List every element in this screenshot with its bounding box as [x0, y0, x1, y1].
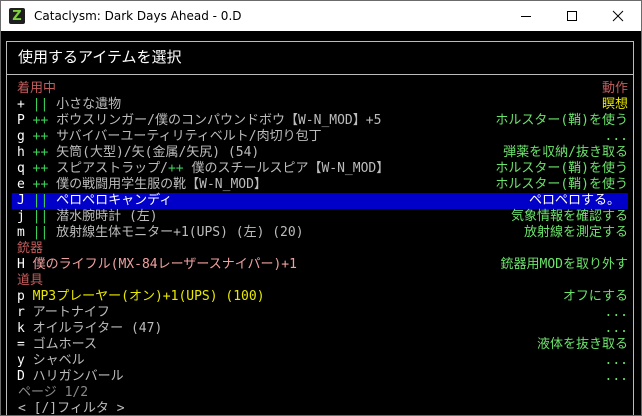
list-item[interactable]: p MP3プレーヤー(オン)+1(UPS) (100) オフにする	[2, 289, 640, 305]
list-item[interactable]: + || 小さな遺物 瞑想	[2, 97, 640, 113]
item-name: ゴムホース	[32, 337, 98, 352]
maximize-icon	[567, 11, 577, 21]
item-mark: ++	[32, 113, 49, 128]
item-name: 潜水腕時計 (左)	[56, 209, 158, 224]
item-mark: ||	[32, 225, 49, 240]
item-hotkey: J	[17, 193, 25, 208]
item-hotkey: j	[17, 209, 25, 224]
minimize-button[interactable]	[503, 1, 549, 31]
item-mark: ||	[32, 209, 49, 224]
list-item[interactable]: D ハリガンバール ...	[2, 369, 640, 385]
action-column-header: 動作	[601, 81, 628, 96]
list-item[interactable]: k オイルライター (47) ...	[2, 321, 640, 337]
item-name: ボウスリンガー/僕のコンパウンドボウ【W-N_MOD】+5	[56, 113, 382, 128]
list-item[interactable]: j || 潜水腕時計 (左) 気象情報を確認する	[2, 209, 640, 225]
page-indicator: ページ 1/2	[18, 385, 89, 400]
app-icon: Z	[9, 8, 25, 24]
item-action: ...	[604, 305, 628, 320]
item-hotkey: q	[17, 161, 25, 176]
maximize-button[interactable]	[549, 1, 595, 31]
item-mark: ++	[32, 145, 49, 160]
item-name: 矢筒(大型)/矢(金属/矢尻) (54)	[56, 145, 260, 160]
item-action: ホルスター(鞘)を使う	[495, 113, 628, 128]
section-row-worn: 着用中 動作	[2, 81, 640, 97]
item-action: ペロペロする。	[528, 193, 620, 208]
item-mark: ++	[32, 177, 49, 192]
item-name: 僕のライフル(MX-84レーザースナイパー)+1	[32, 257, 297, 272]
item-mark: ||	[32, 193, 49, 208]
list-item[interactable]: q ++ スピアストラップ/++ 僕のスチールスピア【W-N_MOD】 ホルスタ…	[2, 161, 640, 177]
minimize-icon	[521, 16, 531, 17]
item-name: オイルライター (47)	[32, 321, 163, 336]
item-name: シャベル	[32, 353, 85, 368]
section-row-items: 道具	[2, 273, 640, 289]
item-name: 小さな遺物	[56, 97, 122, 112]
item-hotkey: e	[17, 177, 25, 192]
item-action: 弾薬を収納/抜き取る	[503, 145, 628, 160]
title-bar: Z Cataclysm: Dark Days Ahead - 0.D	[1, 1, 641, 31]
item-name: ハリガンバール	[32, 369, 124, 384]
item-hotkey: D	[17, 369, 25, 384]
item-action: ...	[604, 369, 628, 384]
list-item[interactable]: H 僕のライフル(MX-84レーザースナイパー)+1 銃器用MODを取り外す	[2, 257, 640, 273]
list-item[interactable]: r アートナイフ ...	[2, 305, 640, 321]
list-item[interactable]: h ++ 矢筒(大型)/矢(金属/矢尻) (54) 弾薬を収納/抜き取る	[2, 145, 640, 161]
item-hotkey: y	[17, 353, 25, 368]
item-action: ...	[604, 321, 628, 336]
close-button[interactable]	[595, 1, 641, 31]
item-name-part: スピアストラップ/	[56, 161, 168, 176]
item-hotkey: p	[17, 289, 25, 304]
item-name: 僕の戦闘用学生服の靴【W-N_MOD】	[56, 177, 267, 192]
item-action: オフにする	[562, 289, 628, 304]
list-item[interactable]: P ++ ボウスリンガー/僕のコンパウンドボウ【W-N_MOD】+5 ホルスター…	[2, 113, 640, 129]
item-action: 気象情報を確認する	[510, 209, 628, 224]
item-hotkey: H	[17, 257, 25, 272]
list-item[interactable]: y シャベル ...	[2, 353, 640, 369]
game-window: Z Cataclysm: Dark Days Ahead - 0.D 使用するア…	[0, 0, 642, 416]
list-item[interactable]: e ++ 僕の戦闘用学生服の靴【W-N_MOD】 ホルスター(鞘)を使う	[2, 177, 640, 193]
item-action: 液体を抜き取る	[536, 337, 628, 352]
item-name: MP3プレーヤー(オン)+1(UPS) (100)	[32, 289, 265, 304]
item-hotkey: m	[17, 225, 25, 240]
list-item-selected[interactable]: J || ペロペロキャンディ ペロペロする。	[12, 193, 628, 209]
menu-header: 使用するアイテムを選択	[18, 48, 182, 66]
item-mark: ++	[32, 129, 49, 144]
list-item[interactable]: = ゴムホース 液体を抜き取る	[2, 337, 640, 353]
list-item[interactable]: m || 放射線生体モニター+1(UPS) (左) (20) 放射線を測定する	[2, 225, 640, 241]
item-mark: ++	[167, 161, 184, 176]
item-name: 放射線生体モニター+1(UPS) (左) (20)	[56, 225, 304, 240]
item-hotkey: r	[17, 305, 25, 320]
window-title: Cataclysm: Dark Days Ahead - 0.D	[34, 9, 242, 23]
item-hotkey: P	[17, 113, 25, 128]
item-mark: ++	[32, 161, 49, 176]
item-action: 瞑想	[601, 97, 628, 112]
item-hotkey: h	[17, 145, 25, 160]
item-name-part: 僕のスチールスピア【W-N_MOD】	[183, 161, 390, 176]
item-action: ...	[604, 353, 628, 368]
item-hotkey: g	[17, 129, 25, 144]
terminal-area: 使用するアイテムを選択 着用中 動作 + || 小さな遺物 瞑想 P ++ ボウ…	[2, 31, 640, 415]
item-mark: ||	[32, 97, 49, 112]
item-name: アートナイフ	[32, 305, 110, 320]
section-label-weapon: 銃器	[17, 241, 44, 256]
list-item[interactable]: g ++ サバイバーユーティリティベルト/肉切り包丁 ...	[2, 129, 640, 145]
item-hotkey: =	[17, 337, 25, 352]
item-name: ペロペロキャンディ	[56, 193, 173, 208]
section-label-worn: 着用中	[17, 81, 57, 96]
filter-hint[interactable]: < [/]フィルタ >	[18, 401, 125, 415]
close-icon	[612, 10, 624, 22]
section-label-items: 道具	[17, 273, 44, 288]
item-action: 銃器用MODを取り外す	[500, 257, 628, 272]
item-hotkey: +	[17, 97, 25, 112]
item-action: ホルスター(鞘)を使う	[495, 177, 628, 192]
item-action: ホルスター(鞘)を使う	[495, 161, 628, 176]
item-action: 放射線を測定する	[523, 225, 628, 240]
item-hotkey: k	[17, 321, 25, 336]
header-divider	[6, 74, 634, 75]
item-action: ...	[604, 129, 628, 144]
section-row-weapon: 銃器	[2, 241, 640, 257]
item-name: サバイバーユーティリティベルト/肉切り包丁	[56, 129, 322, 144]
